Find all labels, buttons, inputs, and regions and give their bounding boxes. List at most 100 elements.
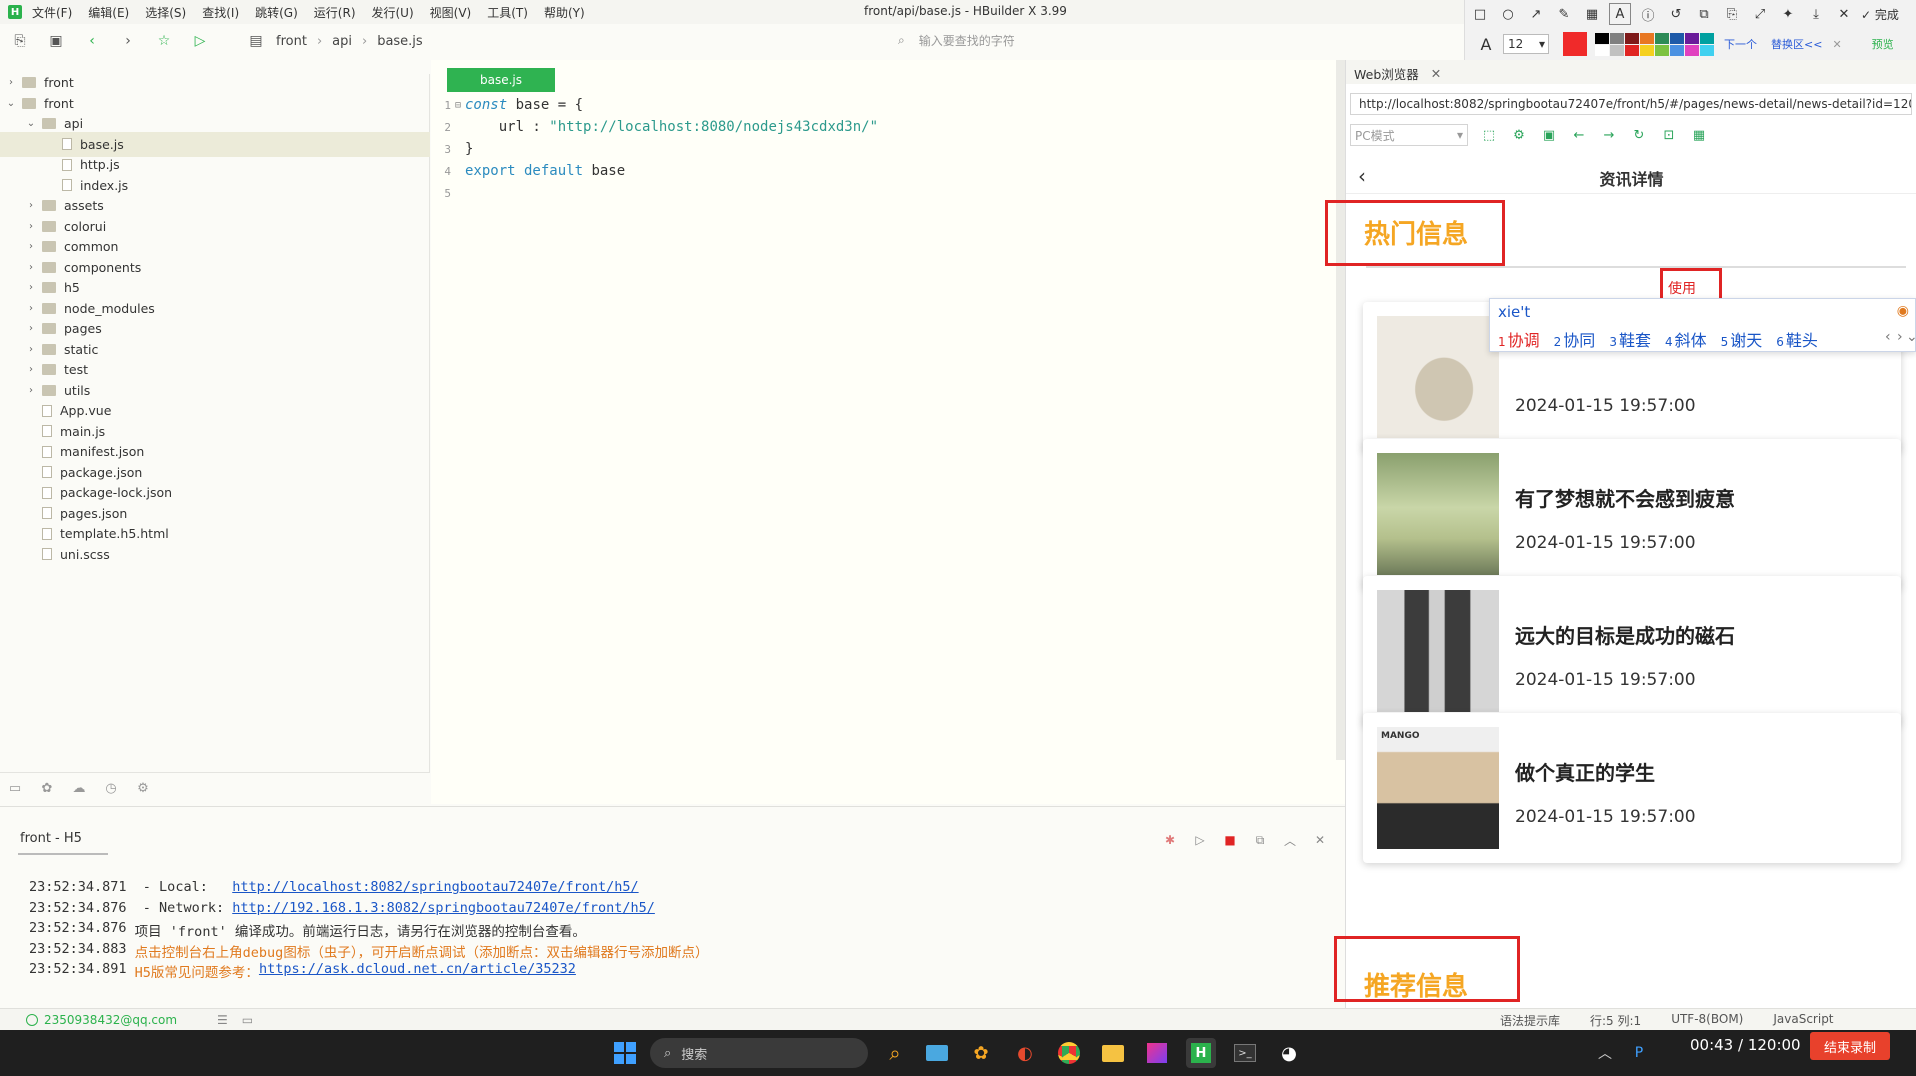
done-button[interactable]: ✓ 完成	[1861, 6, 1899, 23]
article-title[interactable]: 远大的目标是成功的磁石	[1515, 620, 1735, 649]
file-language[interactable]: JavaScript	[1773, 1012, 1833, 1029]
run-icon[interactable]: ▷	[186, 27, 214, 55]
stop-icon[interactable]: ■	[1221, 831, 1239, 849]
tray-chevron-icon[interactable]: ︿	[1590, 1038, 1620, 1068]
color-swatch[interactable]	[1625, 32, 1639, 44]
menu-item[interactable]: 跳转(G)	[255, 4, 298, 21]
console-link[interactable]: https://ask.dcloud.net.cn/article/35232	[259, 961, 576, 981]
download-icon[interactable]: ⤓	[1805, 3, 1827, 25]
article-title[interactable]: 做个真正的学生	[1515, 757, 1655, 786]
ime-candidate[interactable]: 4 斜体	[1665, 327, 1707, 351]
color-palette[interactable]	[1595, 32, 1714, 56]
ellipse-tool-icon[interactable]: ○	[1497, 3, 1519, 25]
color-swatch[interactable]	[1655, 44, 1669, 56]
intellij-icon[interactable]	[1142, 1038, 1172, 1068]
color-swatch[interactable]	[1655, 32, 1669, 44]
article-thumbnail[interactable]	[1377, 590, 1499, 712]
pin-to-screen-icon[interactable]: ✦	[1777, 3, 1799, 25]
ime-prev-page-icon[interactable]: ‹	[1885, 329, 1891, 345]
restart-icon[interactable]: ▷	[1191, 831, 1209, 849]
breadcrumb-item[interactable]: base.js	[377, 34, 423, 49]
pin-icon[interactable]: ⧉	[1693, 3, 1715, 25]
lock-icon[interactable]: ⊡	[1660, 126, 1678, 144]
font-size-select[interactable]: 12 ▾	[1503, 34, 1549, 54]
refresh-icon[interactable]: ↻	[1630, 126, 1648, 144]
ime-expand-icon[interactable]: ⌄	[1906, 329, 1916, 345]
serial-number-icon[interactable]: ⓘ	[1637, 3, 1659, 25]
desktop-app-icon[interactable]	[922, 1038, 952, 1068]
breadcrumb-item[interactable]: api	[332, 34, 352, 49]
article-thumbnail[interactable]: MANGO	[1377, 727, 1499, 849]
menu-item[interactable]: 帮助(Y)	[544, 4, 585, 21]
terminal-icon[interactable]: ▭	[242, 1013, 253, 1027]
new-file-icon[interactable]: ⎘	[6, 27, 34, 55]
collapse-up-icon[interactable]: ︿	[1281, 831, 1299, 849]
bookmark-star-icon[interactable]: ☆	[150, 27, 178, 55]
menu-item[interactable]: 编辑(E)	[88, 4, 129, 21]
console-tab[interactable]: front - H5	[20, 831, 82, 846]
weibo-app-icon[interactable]: ◐	[1010, 1038, 1040, 1068]
baidu-app-icon[interactable]: ✿	[966, 1038, 996, 1068]
qq-icon[interactable]: ◕	[1274, 1038, 1304, 1068]
ime-candidate[interactable]: 2 协同	[1554, 327, 1596, 351]
clear-console-icon[interactable]: ✕	[1311, 831, 1329, 849]
find-input[interactable]: ⌕ 输入要查找的字符	[898, 32, 1015, 49]
qrcode-icon[interactable]: ▦	[1690, 126, 1708, 144]
folder-icon[interactable]: ▭	[6, 780, 24, 798]
search-app-icon[interactable]: ⌕	[880, 1038, 910, 1068]
undo-icon[interactable]: ↺	[1665, 3, 1687, 25]
color-swatch[interactable]	[1670, 44, 1684, 56]
menu-item[interactable]: 查找(I)	[202, 4, 239, 21]
current-color-swatch[interactable]	[1563, 32, 1587, 56]
chrome-icon[interactable]	[1054, 1038, 1084, 1068]
fold-icon[interactable]: ⊟	[451, 100, 465, 111]
color-swatch[interactable]	[1625, 44, 1639, 56]
color-swatch[interactable]	[1685, 32, 1699, 44]
ime-candidate[interactable]: 1 协调	[1498, 327, 1540, 351]
menu-item[interactable]: 工具(T)	[487, 4, 528, 21]
cloud-icon[interactable]: ☁	[70, 780, 88, 798]
article-card[interactable]: MANGO 做个真正的学生 2024-01-15 19:57:00	[1363, 713, 1901, 863]
replace-toggle[interactable]: 替换区<<	[1771, 36, 1822, 52]
tab-web-browser[interactable]: Web浏览器 ✕	[1354, 64, 1441, 83]
long-screenshot-icon[interactable]: ⤢	[1749, 3, 1771, 25]
inspect-icon[interactable]: ⬚	[1480, 126, 1498, 144]
mosaic-tool-icon[interactable]: ▦	[1581, 3, 1603, 25]
close-tab-icon[interactable]: ✕	[1431, 66, 1441, 81]
history-icon[interactable]: ◷	[102, 780, 120, 798]
color-swatch[interactable]	[1610, 44, 1624, 56]
arrow-tool-icon[interactable]: ↗	[1525, 3, 1547, 25]
color-swatch[interactable]	[1700, 44, 1714, 56]
url-bar[interactable]: http://localhost:8082/springbootau72407e…	[1350, 93, 1912, 115]
menu-item[interactable]: 视图(V)	[430, 4, 472, 21]
extension-icon[interactable]: ⚙	[134, 780, 152, 798]
translate-icon[interactable]: ⎘	[1721, 3, 1743, 25]
debug-bug-icon[interactable]: ✱	[1161, 831, 1179, 849]
editor-scrollbar[interactable]	[1336, 60, 1345, 760]
color-swatch[interactable]	[1595, 32, 1609, 44]
color-swatch[interactable]	[1670, 32, 1684, 44]
settings-icon[interactable]: ⚙	[1510, 126, 1528, 144]
device-mode-select[interactable]: PC模式 ▾	[1350, 124, 1468, 146]
color-swatch[interactable]	[1685, 44, 1699, 56]
close-icon[interactable]: ✕	[1833, 3, 1855, 25]
ime-next-page-icon[interactable]: ›	[1897, 329, 1903, 345]
tab-base-js[interactable]: base.js	[447, 68, 555, 92]
color-swatch[interactable]	[1640, 32, 1654, 44]
menu-item[interactable]: 运行(R)	[314, 4, 356, 21]
save-icon[interactable]: ▣	[42, 27, 70, 55]
file-item[interactable]: uni.scss	[0, 542, 430, 567]
ime-candidate[interactable]: 5 谢天	[1721, 327, 1763, 351]
stop-recording-button[interactable]: 结束录制	[1810, 1032, 1890, 1060]
pen-tool-icon[interactable]: ✎	[1553, 3, 1575, 25]
hbuilder-taskbar-icon[interactable]: H	[1186, 1038, 1216, 1068]
ime-candidate[interactable]: 6 鞋头	[1776, 327, 1818, 351]
syntax-hint-library[interactable]: 语法提示库	[1500, 1012, 1560, 1029]
list-icon[interactable]: ☰	[217, 1013, 228, 1027]
color-swatch[interactable]	[1700, 32, 1714, 44]
article-title[interactable]: 有了梦想就不会感到疲意	[1515, 483, 1735, 512]
line-number[interactable]: 5	[431, 187, 451, 200]
breadcrumb-item[interactable]: front	[276, 34, 307, 49]
line-number[interactable]: 1	[431, 99, 451, 112]
screenshot-icon[interactable]: ▣	[1540, 126, 1558, 144]
